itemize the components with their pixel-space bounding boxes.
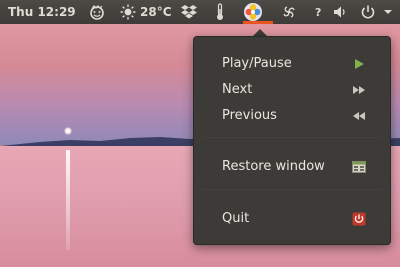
menu-item-label: Next [222, 82, 253, 97]
menu-item-play-pause[interactable]: Play/Pause [194, 53, 390, 75]
help-glyph: ? [315, 5, 322, 19]
menu-separator [202, 137, 382, 138]
distant-light [64, 127, 72, 135]
chevron-down-icon[interactable] [384, 0, 392, 24]
menu-item-restore-window[interactable]: Restore window [194, 156, 390, 178]
quit-icon [352, 212, 366, 226]
menu-item-label: Play/Pause [222, 56, 292, 71]
power-icon[interactable] [360, 0, 376, 24]
dropbox-icon[interactable] [180, 0, 198, 24]
menu-item-previous[interactable]: Previous [194, 105, 390, 127]
menu-item-label: Quit [222, 211, 250, 226]
menu-item-next[interactable]: Next [194, 79, 390, 101]
light-reflection [66, 150, 70, 250]
sun-icon [120, 4, 136, 20]
spiral-icon[interactable] [280, 0, 298, 24]
emoticon-icon[interactable] [88, 0, 106, 24]
player-menu: Play/Pause Next Previous Restore window [193, 36, 391, 245]
temperature-text: 28°C [140, 5, 172, 19]
window-icon [352, 160, 366, 174]
previous-icon [352, 109, 366, 123]
next-icon [352, 83, 366, 97]
help-icon[interactable]: ? [315, 0, 321, 24]
top-panel: Thu 12:29 28°C ? [0, 0, 400, 24]
volume-icon[interactable] [333, 0, 349, 24]
menu-item-label: Restore window [222, 159, 325, 174]
menu-pointer [253, 29, 267, 36]
active-indicator-underline [243, 21, 273, 24]
play-icon [352, 57, 366, 71]
thermometer-icon[interactable] [215, 0, 225, 24]
clock-indicator[interactable]: Thu 12:29 [8, 0, 76, 24]
menu-item-label: Previous [222, 108, 277, 123]
menu-separator [202, 189, 382, 190]
menu-item-quit[interactable]: Quit [194, 208, 390, 230]
weather-indicator[interactable]: 28°C [120, 0, 172, 24]
